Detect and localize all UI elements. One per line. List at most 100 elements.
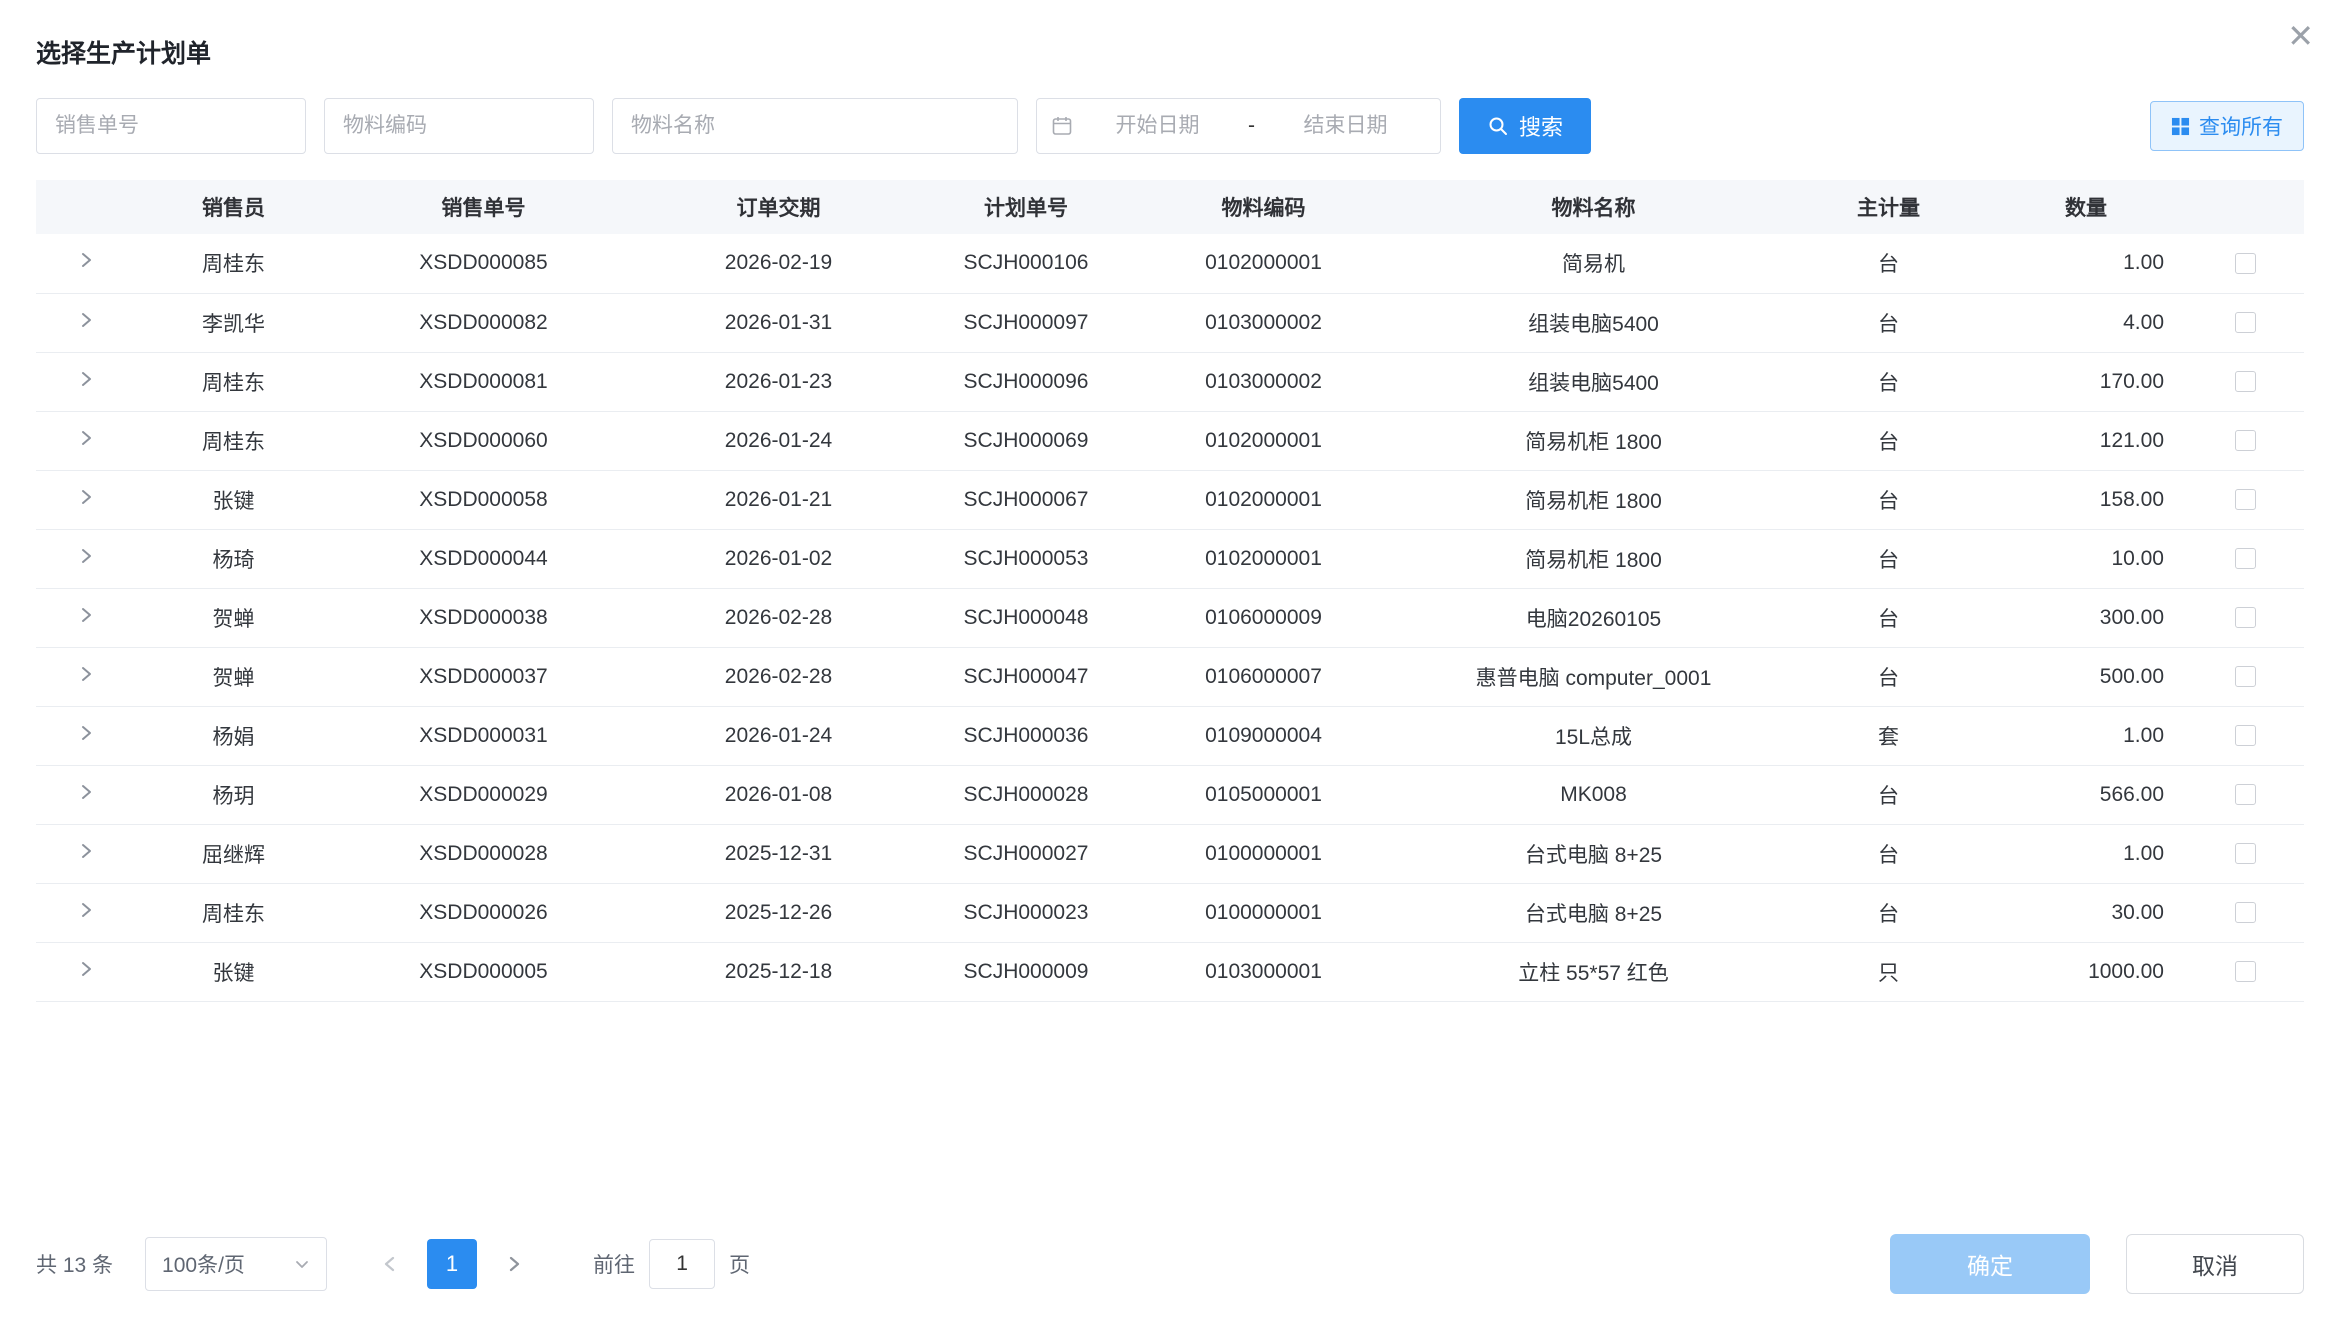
header-sales-order: 销售单号 — [331, 180, 636, 234]
row-checkbox[interactable] — [2235, 607, 2256, 628]
cell-quantity: 30.00 — [1986, 883, 2186, 942]
cell-sales-order: XSDD000058 — [331, 470, 636, 529]
cell-checkbox — [2186, 529, 2304, 588]
expand-row-icon[interactable] — [76, 782, 96, 802]
table-header-row: 销售员 销售单号 订单交期 计划单号 物料编码 物料名称 主计量 数量 — [36, 180, 2304, 234]
expand-row-icon[interactable] — [76, 841, 96, 861]
close-icon[interactable]: ✕ — [2287, 20, 2314, 52]
next-page-button[interactable] — [491, 1241, 537, 1287]
cell-sales-order: XSDD000026 — [331, 883, 636, 942]
cell-material-name: 立柱 55*57 红色 — [1396, 942, 1791, 1001]
end-date-input[interactable] — [1265, 114, 1426, 138]
cell-delivery-date: 2026-01-31 — [636, 293, 921, 352]
row-checkbox[interactable] — [2235, 312, 2256, 333]
cell-plan-no: SCJH000048 — [921, 588, 1131, 647]
cell-quantity: 1000.00 — [1986, 942, 2186, 1001]
page-number-button[interactable]: 1 — [427, 1239, 477, 1289]
page-size-select[interactable]: 100条/页 — [145, 1237, 327, 1291]
row-checkbox[interactable] — [2235, 489, 2256, 510]
query-all-button[interactable]: 查询所有 — [2150, 101, 2304, 151]
expand-row-icon[interactable] — [76, 959, 96, 979]
cell-material-name: 组装电脑5400 — [1396, 293, 1791, 352]
cell-checkbox — [2186, 706, 2304, 765]
row-checkbox[interactable] — [2235, 784, 2256, 805]
cell-delivery-date: 2026-01-08 — [636, 765, 921, 824]
select-production-plan-dialog: 选择生产计划单 ✕ - 搜索 查询所有 — [0, 0, 2340, 1334]
row-checkbox[interactable] — [2235, 430, 2256, 451]
cell-plan-no: SCJH000053 — [921, 529, 1131, 588]
cell-expand — [36, 883, 136, 942]
cancel-button[interactable]: 取消 — [2126, 1234, 2304, 1294]
cell-plan-no: SCJH000036 — [921, 706, 1131, 765]
query-all-button-label: 查询所有 — [2199, 111, 2283, 141]
cell-quantity: 1.00 — [1986, 824, 2186, 883]
cell-quantity: 121.00 — [1986, 411, 2186, 470]
cell-delivery-date: 2026-01-23 — [636, 352, 921, 411]
row-checkbox[interactable] — [2235, 548, 2256, 569]
cell-sales-order: XSDD000005 — [331, 942, 636, 1001]
cell-checkbox — [2186, 883, 2304, 942]
cell-sales-order: XSDD000029 — [331, 765, 636, 824]
expand-row-icon[interactable] — [76, 310, 96, 330]
row-checkbox[interactable] — [2235, 253, 2256, 274]
cell-unit: 台 — [1791, 883, 1986, 942]
expand-row-icon[interactable] — [76, 250, 96, 270]
expand-row-icon[interactable] — [76, 723, 96, 743]
expand-row-icon[interactable] — [76, 900, 96, 920]
table-row: 周桂东XSDD0000852026-02-19SCJH0001060102000… — [36, 234, 2304, 293]
material-code-input[interactable] — [324, 98, 594, 154]
table-row: 杨娟XSDD0000312026-01-24SCJH00003601090000… — [36, 706, 2304, 765]
expand-row-icon[interactable] — [76, 605, 96, 625]
cell-sales-order: XSDD000037 — [331, 647, 636, 706]
cell-unit: 只 — [1791, 942, 1986, 1001]
cell-sales-order: XSDD000038 — [331, 588, 636, 647]
cell-quantity: 500.00 — [1986, 647, 2186, 706]
date-range-separator: - — [1242, 114, 1261, 138]
filter-bar: - 搜索 查询所有 — [0, 70, 2340, 154]
cell-checkbox — [2186, 470, 2304, 529]
start-date-input[interactable] — [1077, 114, 1238, 138]
total-count: 共 13 条 — [36, 1249, 113, 1279]
goto-label: 前往 — [593, 1249, 635, 1279]
confirm-button[interactable]: 确定 — [1890, 1234, 2090, 1294]
row-checkbox[interactable] — [2235, 371, 2256, 392]
cell-sales-order: XSDD000081 — [331, 352, 636, 411]
cell-sales-order: XSDD000028 — [331, 824, 636, 883]
cell-plan-no: SCJH000097 — [921, 293, 1131, 352]
table-row: 张键XSDD0000052025-12-18SCJH00000901030000… — [36, 942, 2304, 1001]
cell-salesperson: 屈继辉 — [136, 824, 331, 883]
cell-expand — [36, 765, 136, 824]
expand-row-icon[interactable] — [76, 369, 96, 389]
cell-unit: 台 — [1791, 588, 1986, 647]
cell-plan-no: SCJH000009 — [921, 942, 1131, 1001]
cell-material-code: 0102000001 — [1131, 529, 1396, 588]
table-row: 周桂东XSDD0000262025-12-26SCJH0000230100000… — [36, 883, 2304, 942]
cell-material-name: 简易机柜 1800 — [1396, 529, 1791, 588]
prev-page-button[interactable] — [367, 1241, 413, 1287]
expand-row-icon[interactable] — [76, 487, 96, 507]
row-checkbox[interactable] — [2235, 843, 2256, 864]
expand-row-icon[interactable] — [76, 428, 96, 448]
row-checkbox[interactable] — [2235, 902, 2256, 923]
expand-row-icon[interactable] — [76, 664, 96, 684]
row-checkbox[interactable] — [2235, 961, 2256, 982]
cell-plan-no: SCJH000067 — [921, 470, 1131, 529]
cell-delivery-date: 2026-01-02 — [636, 529, 921, 588]
cell-material-name: 惠普电脑 computer_0001 — [1396, 647, 1791, 706]
footer-bar: 共 13 条 100条/页 1 前往 页 确定 取消 — [0, 1234, 2340, 1334]
expand-row-icon[interactable] — [76, 546, 96, 566]
cell-checkbox — [2186, 765, 2304, 824]
goto-page-input[interactable] — [649, 1239, 715, 1289]
material-name-input[interactable] — [612, 98, 1018, 154]
cell-sales-order: XSDD000082 — [331, 293, 636, 352]
sales-order-input[interactable] — [36, 98, 306, 154]
cell-plan-no: SCJH000096 — [921, 352, 1131, 411]
row-checkbox[interactable] — [2235, 725, 2256, 746]
cell-quantity: 1.00 — [1986, 234, 2186, 293]
date-range-picker[interactable]: - — [1036, 98, 1441, 154]
grid-icon — [2171, 117, 2190, 136]
search-button[interactable]: 搜索 — [1459, 98, 1591, 154]
cell-checkbox — [2186, 293, 2304, 352]
cell-material-code: 0106000007 — [1131, 647, 1396, 706]
row-checkbox[interactable] — [2235, 666, 2256, 687]
